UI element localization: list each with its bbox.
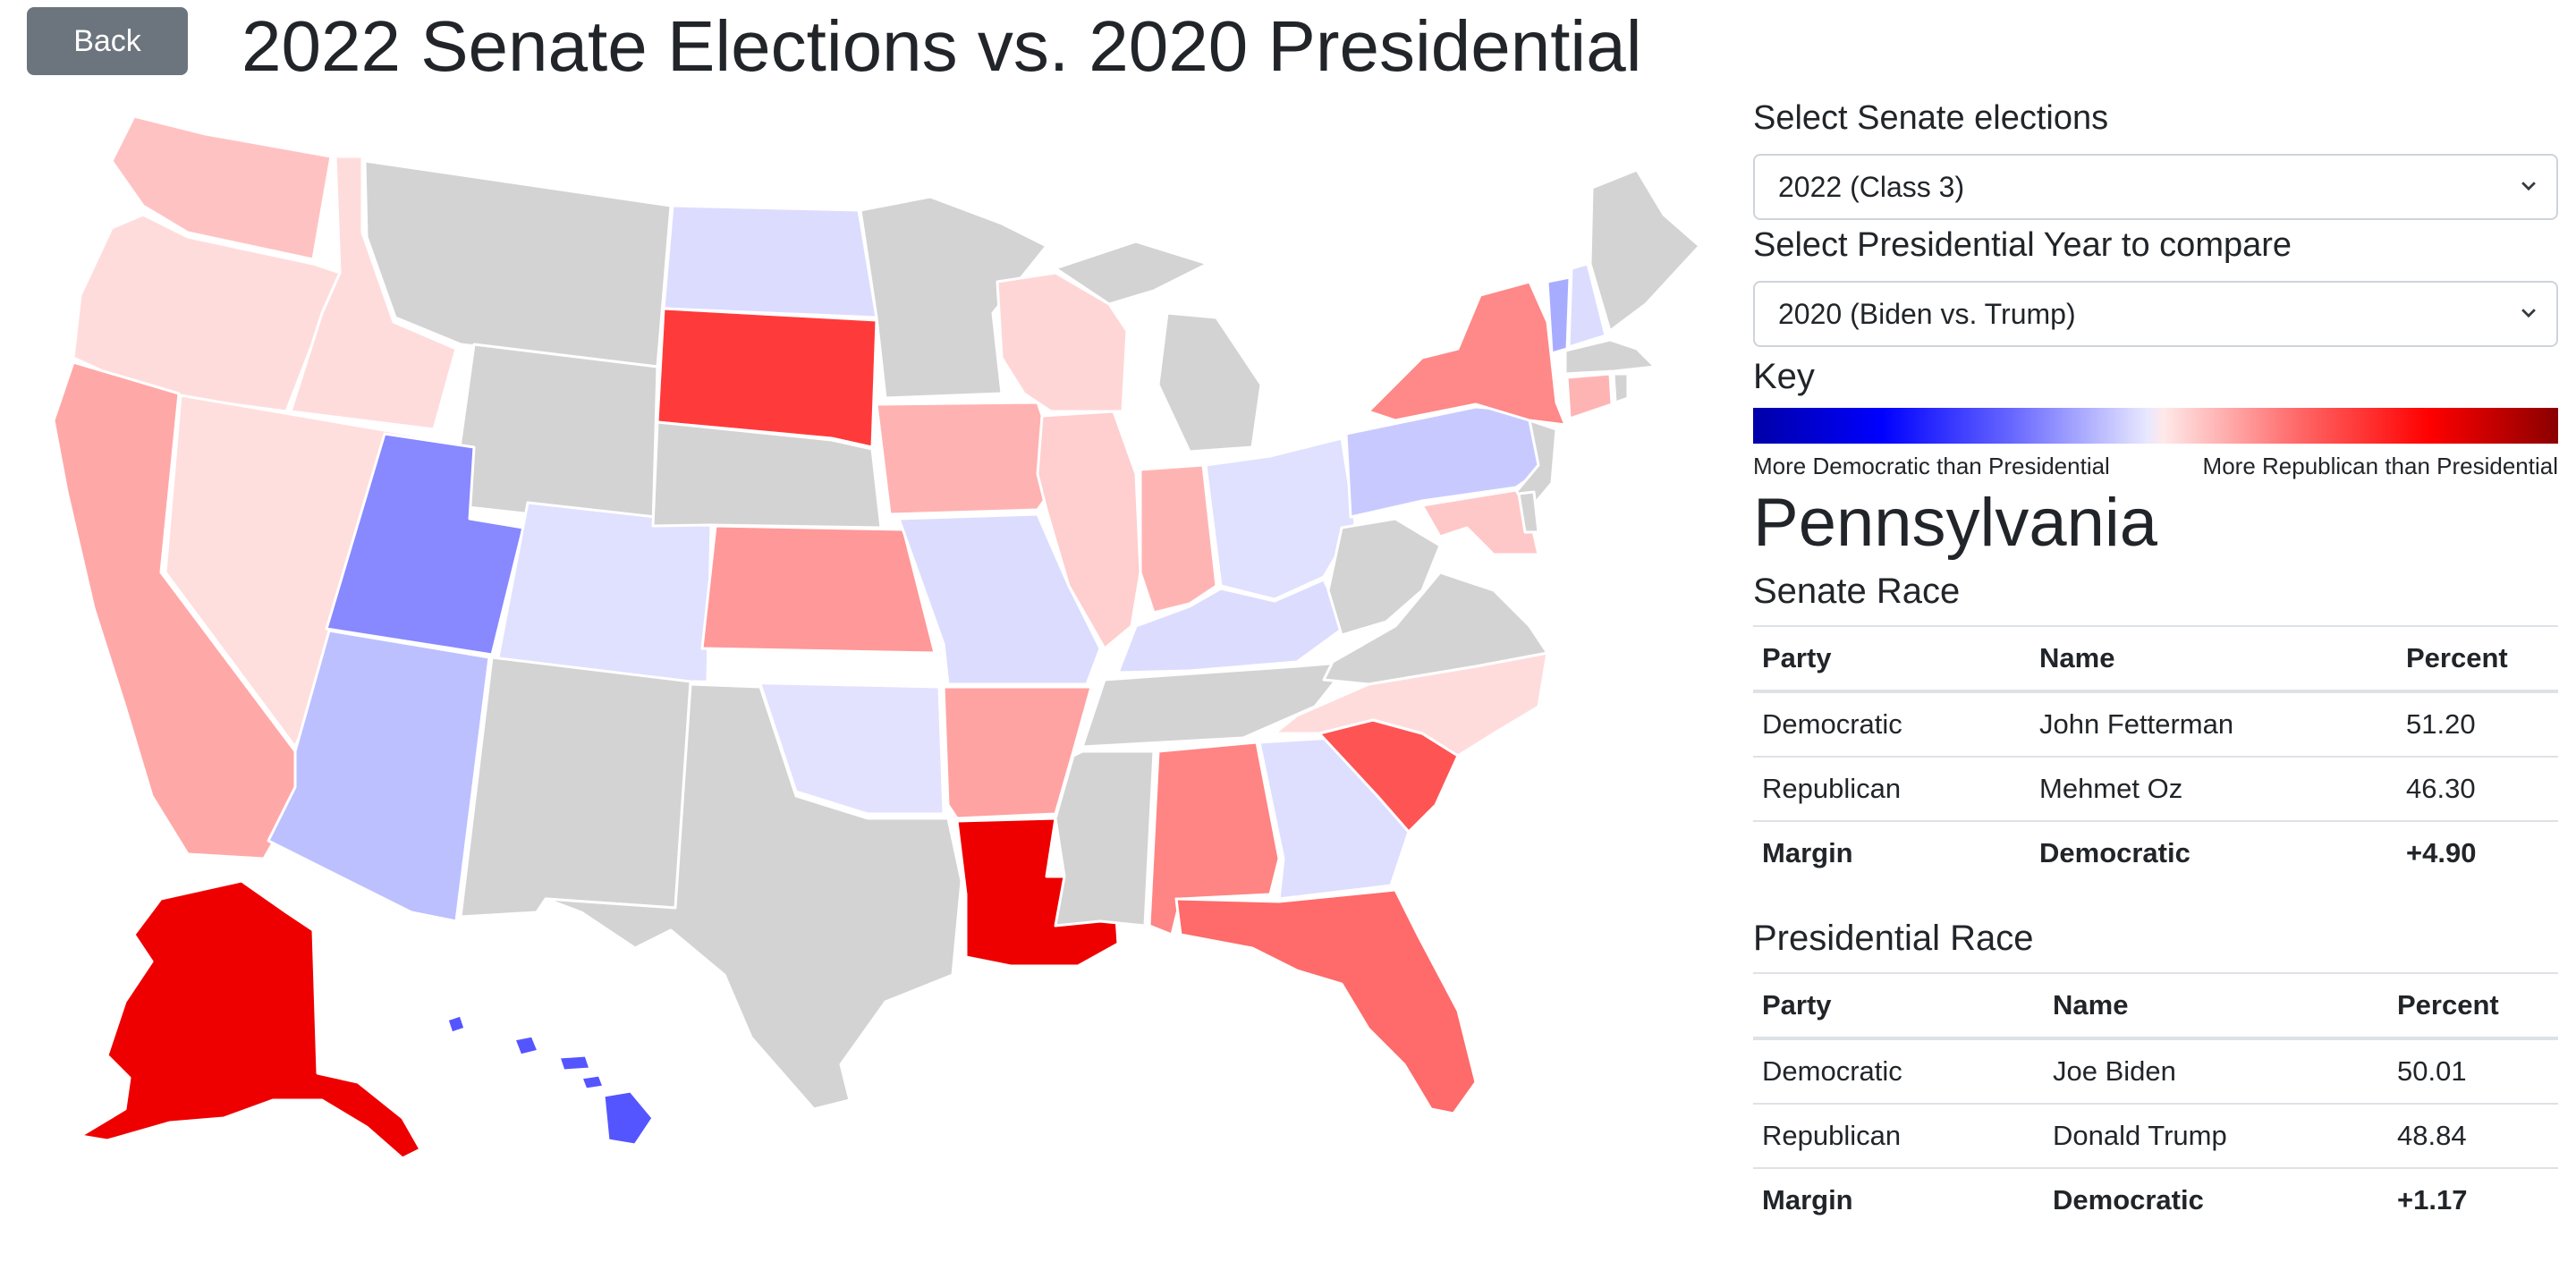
col-percent: Percent <box>2388 972 2558 1040</box>
col-name: Name <box>2044 972 2388 1040</box>
back-button[interactable]: Back <box>27 7 188 75</box>
key-title: Key <box>1753 357 1815 396</box>
key-left-label: More Democratic than Presidential <box>1753 453 2110 479</box>
page-title: 2022 Senate Elections vs. 2020 President… <box>242 6 1642 86</box>
margin-row: Margin Democratic +4.90 <box>1753 820 2558 885</box>
margin-party: Democratic <box>2044 1167 2388 1232</box>
state-north-dakota[interactable] <box>662 204 878 319</box>
state-wyoming[interactable] <box>450 343 659 529</box>
table-row: Republican Mehmet Oz 46.30 <box>1753 756 2558 821</box>
col-party: Party <box>1753 972 2044 1040</box>
margin-value: +1.17 <box>2388 1167 2558 1232</box>
chevron-down-icon <box>2521 182 2536 191</box>
presidential-race-table: Party Name Percent Democratic Joe Biden … <box>1753 972 2558 1232</box>
state-connecticut[interactable] <box>1565 372 1614 420</box>
name-cell: John Fetterman <box>2030 690 2397 757</box>
margin-party: Democratic <box>2030 820 2397 885</box>
senate-select[interactable]: 2022 (Class 3) <box>1753 154 2558 220</box>
party-cell: Republican <box>1753 1103 2044 1168</box>
state-alaska[interactable] <box>79 879 422 1160</box>
state-michigan[interactable] <box>1157 311 1263 453</box>
table-row: Democratic John Fetterman 51.20 <box>1753 690 2558 757</box>
state-kansas[interactable] <box>700 524 936 655</box>
pres-select-value: 2020 (Biden vs. Trump) <box>1778 297 2076 330</box>
selected-state-name: Pennsylvania <box>1753 485 2158 561</box>
percent-cell: 51.20 <box>2397 690 2558 757</box>
key-color-scale <box>1753 408 2558 444</box>
state-iowa[interactable] <box>875 401 1064 516</box>
state-vermont[interactable] <box>1546 275 1572 355</box>
table-row: Republican Donald Trump 48.84 <box>1753 1103 2558 1168</box>
control-panel: Select Senate elections 2022 (Class 3) S… <box>1753 98 2558 1232</box>
col-name: Name <box>2030 625 2397 693</box>
name-cell: Mehmet Oz <box>2030 756 2397 821</box>
percent-cell: 50.01 <box>2388 1038 2558 1104</box>
state-mississippi[interactable] <box>1054 750 1156 927</box>
state-maine[interactable] <box>1589 168 1701 333</box>
party-cell: Republican <box>1753 756 2030 821</box>
party-cell: Democratic <box>1753 1038 2044 1104</box>
state-rhode-island[interactable] <box>1612 372 1630 404</box>
senate-select-label: Select Senate elections <box>1753 99 2109 137</box>
table-header-row: Party Name Percent <box>1753 625 2558 693</box>
state-new-mexico[interactable] <box>459 656 692 919</box>
us-map-svg <box>52 114 1701 1160</box>
percent-cell: 46.30 <box>2397 756 2558 821</box>
presidential-race-title: Presidential Race <box>1753 919 2034 958</box>
table-row: Democratic Joe Biden 50.01 <box>1753 1038 2558 1104</box>
margin-value: +4.90 <box>2397 820 2558 885</box>
state-hawaii[interactable] <box>445 1013 655 1147</box>
senate-race-title: Senate Race <box>1753 572 1961 611</box>
party-cell: Democratic <box>1753 690 2030 757</box>
percent-cell: 48.84 <box>2388 1103 2558 1168</box>
presidential-select[interactable]: 2020 (Biden vs. Trump) <box>1753 281 2558 347</box>
name-cell: Joe Biden <box>2044 1038 2388 1104</box>
state-new-york[interactable] <box>1367 280 1567 427</box>
senate-select-value: 2022 (Class 3) <box>1778 170 1965 203</box>
state-indiana[interactable] <box>1139 463 1218 614</box>
state-florida[interactable] <box>1174 888 1478 1115</box>
key-right-label: More Republican than Presidential <box>2202 453 2558 479</box>
margin-label: Margin <box>1753 820 2030 885</box>
chevron-down-icon <box>2521 309 2536 318</box>
margin-row: Margin Democratic +1.17 <box>1753 1167 2558 1232</box>
margin-label: Margin <box>1753 1167 2044 1232</box>
table-header-row: Party Name Percent <box>1753 972 2558 1040</box>
senate-race-table: Party Name Percent Democratic John Fette… <box>1753 625 2558 885</box>
pres-select-label: Select Presidential Year to compare <box>1753 226 2292 264</box>
col-percent: Percent <box>2397 625 2558 693</box>
key-labels: More Democratic than Presidential More R… <box>1753 453 2558 480</box>
col-party: Party <box>1753 625 2030 693</box>
us-map <box>27 89 1717 1199</box>
name-cell: Donald Trump <box>2044 1103 2388 1168</box>
